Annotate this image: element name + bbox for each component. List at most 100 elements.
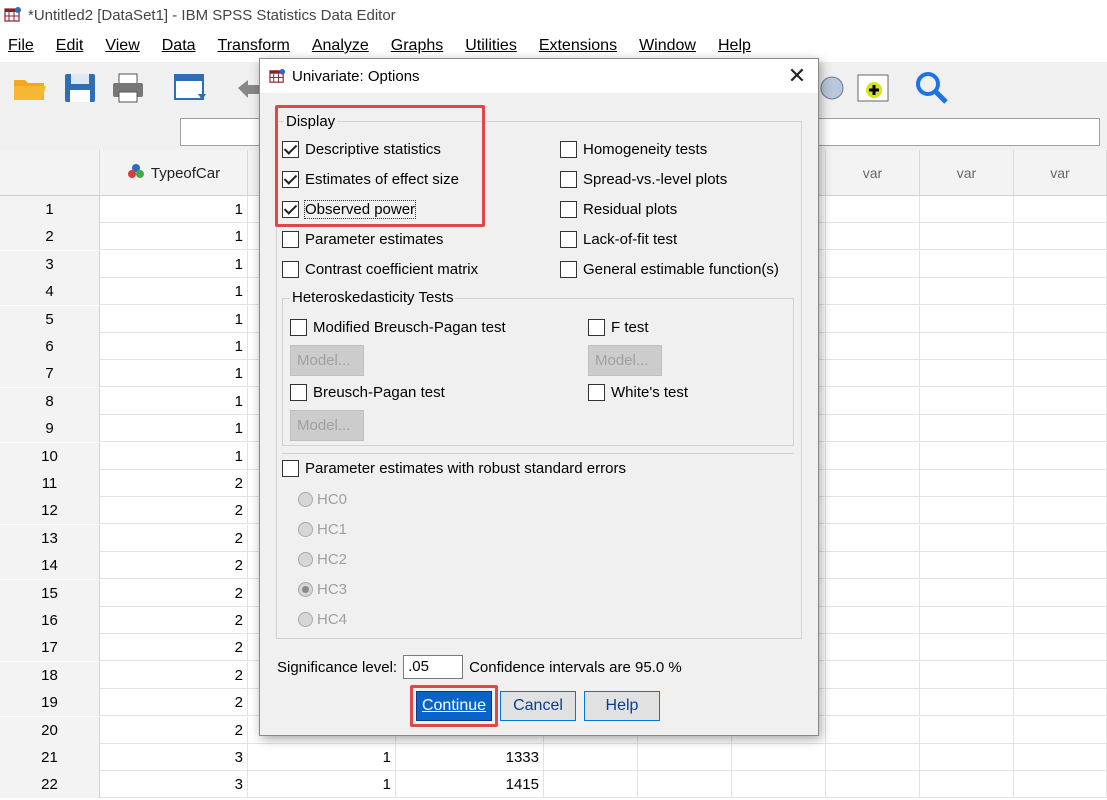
- table-cell[interactable]: 2: [100, 579, 248, 607]
- table-cell[interactable]: [920, 634, 1014, 662]
- menu-view[interactable]: View: [105, 37, 139, 55]
- menu-help[interactable]: Help: [718, 37, 751, 55]
- row-number[interactable]: 10: [0, 442, 100, 470]
- table-cell[interactable]: 1: [100, 196, 248, 223]
- cancel-button[interactable]: Cancel: [500, 691, 576, 721]
- menu-edit[interactable]: Edit: [56, 37, 84, 55]
- f-test-model-button[interactable]: Model...: [588, 345, 662, 376]
- table-cell[interactable]: [826, 716, 920, 744]
- table-cell[interactable]: [920, 387, 1014, 415]
- table-cell[interactable]: [826, 524, 920, 552]
- row-number[interactable]: 6: [0, 333, 100, 360]
- table-cell[interactable]: 1: [100, 360, 248, 388]
- add-variable-icon[interactable]: [856, 70, 892, 106]
- modified-breusch-pagan-checkbox[interactable]: Modified Breusch-Pagan test: [290, 319, 506, 336]
- row-number[interactable]: 2: [0, 223, 100, 251]
- checkbox-box[interactable]: [560, 171, 577, 188]
- table-cell[interactable]: [826, 470, 920, 497]
- table-cell[interactable]: [1014, 470, 1107, 497]
- table-cell[interactable]: [826, 552, 920, 580]
- table-cell[interactable]: [920, 333, 1014, 360]
- table-cell[interactable]: [1014, 442, 1107, 470]
- table-cell[interactable]: [920, 470, 1014, 497]
- save-icon[interactable]: [62, 70, 98, 106]
- hc3-radio[interactable]: HC3: [298, 581, 347, 598]
- table-cell[interactable]: 2: [100, 470, 248, 497]
- table-cell[interactable]: 1: [248, 771, 396, 799]
- radio-dot[interactable]: [298, 552, 313, 567]
- menu-file[interactable]: File: [8, 37, 34, 55]
- table-cell[interactable]: 2: [100, 661, 248, 689]
- table-cell[interactable]: [826, 497, 920, 525]
- table-cell[interactable]: [544, 744, 638, 771]
- table-cell[interactable]: [826, 771, 920, 799]
- table-cell[interactable]: 2: [100, 524, 248, 552]
- checkbox-box[interactable]: [560, 141, 577, 158]
- robust-standard-errors-checkbox[interactable]: Parameter estimates with robust standard…: [282, 460, 626, 477]
- table-cell[interactable]: 1: [248, 744, 396, 771]
- table-cell[interactable]: [1014, 223, 1107, 251]
- checkbox-box[interactable]: [290, 384, 307, 401]
- f-test-checkbox[interactable]: F test: [588, 319, 649, 336]
- table-cell[interactable]: 1: [100, 278, 248, 306]
- row-number[interactable]: 9: [0, 415, 100, 443]
- significance-level-input[interactable]: .05: [403, 655, 464, 679]
- table-cell[interactable]: [920, 689, 1014, 717]
- table-cell[interactable]: [920, 552, 1014, 580]
- table-cell[interactable]: [1014, 689, 1107, 717]
- radio-dot[interactable]: [298, 522, 313, 537]
- row-number[interactable]: 11: [0, 470, 100, 497]
- table-cell[interactable]: [1014, 524, 1107, 552]
- bp-model-button[interactable]: Model...: [290, 410, 364, 441]
- general-estimable-checkbox[interactable]: General estimable function(s): [560, 261, 779, 278]
- checkbox-box[interactable]: [560, 231, 577, 248]
- search-icon[interactable]: [914, 70, 950, 106]
- table-cell[interactable]: 1: [100, 250, 248, 278]
- table-cell[interactable]: [1014, 387, 1107, 415]
- menu-extensions[interactable]: Extensions: [539, 37, 617, 55]
- table-cell[interactable]: [1014, 305, 1107, 333]
- table-cell[interactable]: [826, 689, 920, 717]
- table-cell[interactable]: 2: [100, 716, 248, 744]
- observed-power-checkbox[interactable]: Observed power: [282, 200, 417, 219]
- row-number[interactable]: 5: [0, 305, 100, 333]
- row-number[interactable]: 8: [0, 387, 100, 415]
- row-number[interactable]: 13: [0, 524, 100, 552]
- table-cell[interactable]: 2: [100, 634, 248, 662]
- hc0-radio[interactable]: HC0: [298, 491, 347, 508]
- column-header-var[interactable]: var: [1014, 150, 1107, 196]
- table-cell[interactable]: [826, 196, 920, 223]
- checkbox-box[interactable]: [282, 460, 299, 477]
- menu-data[interactable]: Data: [162, 37, 196, 55]
- table-cell[interactable]: [1014, 278, 1107, 306]
- print-icon[interactable]: [110, 70, 146, 106]
- table-cell[interactable]: [1014, 250, 1107, 278]
- table-cell[interactable]: [1014, 360, 1107, 388]
- table-cell[interactable]: [920, 442, 1014, 470]
- homogeneity-tests-checkbox[interactable]: Homogeneity tests: [560, 141, 707, 158]
- table-cell[interactable]: [638, 744, 732, 771]
- table-cell[interactable]: [826, 634, 920, 662]
- table-cell[interactable]: 2: [100, 497, 248, 525]
- table-cell[interactable]: 2: [100, 607, 248, 634]
- checkbox-box[interactable]: [282, 171, 299, 188]
- row-number[interactable]: 4: [0, 278, 100, 306]
- row-number[interactable]: 21: [0, 744, 100, 771]
- table-cell[interactable]: [920, 579, 1014, 607]
- table-cell[interactable]: [920, 360, 1014, 388]
- table-cell[interactable]: [920, 305, 1014, 333]
- table-cell[interactable]: [920, 415, 1014, 443]
- row-number[interactable]: 1: [0, 196, 100, 223]
- table-cell[interactable]: [732, 771, 826, 799]
- table-cell[interactable]: 3: [100, 744, 248, 771]
- table-cell[interactable]: [826, 387, 920, 415]
- value-labels-icon[interactable]: [818, 70, 854, 106]
- open-folder-icon[interactable]: [12, 70, 48, 106]
- table-cell[interactable]: [1014, 771, 1107, 799]
- menu-analyze[interactable]: Analyze: [312, 37, 369, 55]
- lack-of-fit-checkbox[interactable]: Lack-of-fit test: [560, 231, 677, 248]
- radio-dot[interactable]: [298, 612, 313, 627]
- column-header-var[interactable]: var: [826, 150, 920, 196]
- table-cell[interactable]: [1014, 744, 1107, 771]
- parameter-estimates-checkbox[interactable]: Parameter estimates: [282, 231, 443, 248]
